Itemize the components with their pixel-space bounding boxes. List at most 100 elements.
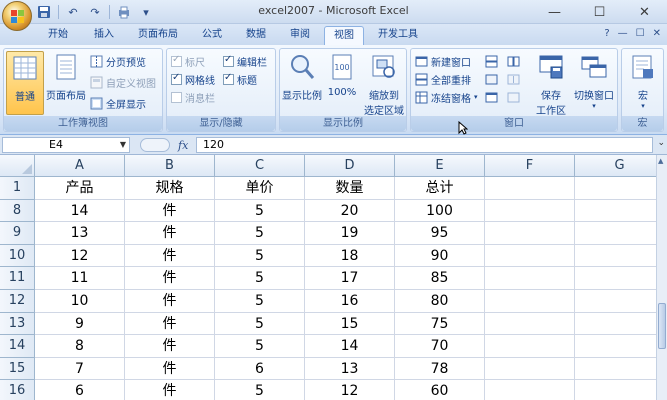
cell-f8[interactable] <box>485 199 575 223</box>
select-all-corner[interactable] <box>0 155 35 177</box>
arrange-all-button[interactable]: 全部重排 <box>415 71 471 87</box>
workbook-close-button[interactable]: ✕ <box>653 28 661 39</box>
cell-f9[interactable] <box>485 222 575 245</box>
column-header-d[interactable]: D <box>305 155 395 177</box>
row-header[interactable]: 9 <box>0 222 35 245</box>
cell-c13[interactable]: 5 <box>215 312 305 336</box>
cell-a10[interactable]: 12 <box>35 244 125 268</box>
cell-g12[interactable] <box>575 290 656 313</box>
scrollbar-thumb[interactable] <box>658 303 666 349</box>
tab-formulas[interactable]: 公式 <box>194 26 230 45</box>
reset-window-position-button[interactable] <box>507 89 520 105</box>
cell-c10[interactable]: 5 <box>215 244 305 268</box>
cell-d1[interactable]: 数量 <box>305 177 395 200</box>
row-header[interactable]: 13 <box>0 312 35 336</box>
tab-home[interactable]: 开始 <box>40 26 76 45</box>
cell-c11[interactable]: 5 <box>215 267 305 290</box>
view-side-by-side-button[interactable] <box>507 53 520 69</box>
cell-a15[interactable]: 7 <box>35 357 125 381</box>
cell-e16[interactable]: 60 <box>395 380 485 400</box>
formula-input[interactable]: 120 <box>196 137 653 153</box>
maximize-button[interactable]: ☐ <box>577 0 622 24</box>
tab-insert[interactable]: 插入 <box>86 26 122 45</box>
cell-a9[interactable]: 13 <box>35 222 125 245</box>
row-header[interactable]: 15 <box>0 357 35 381</box>
close-button[interactable]: ✕ <box>622 0 667 24</box>
tab-developer[interactable]: 开发工具 <box>370 26 426 45</box>
cell-b16[interactable]: 件 <box>125 380 215 400</box>
row-header[interactable]: 10 <box>0 244 35 268</box>
cell-a11[interactable]: 11 <box>35 267 125 290</box>
cell-b14[interactable]: 件 <box>125 335 215 358</box>
expand-formula-bar-icon[interactable]: ⌄ <box>657 138 665 148</box>
cell-b1[interactable]: 规格 <box>125 177 215 200</box>
hide-window-button[interactable] <box>485 71 498 87</box>
formula-bar-check-icon[interactable] <box>223 54 234 67</box>
cell-c16[interactable]: 5 <box>215 380 305 400</box>
cell-a8[interactable]: 14 <box>35 199 125 223</box>
cell-e11[interactable]: 85 <box>395 267 485 290</box>
row-header[interactable]: 11 <box>0 267 35 290</box>
row-header[interactable]: 1 <box>0 177 35 200</box>
freeze-panes-dropdown-icon[interactable]: ▾ <box>474 93 478 101</box>
cell-g10[interactable] <box>575 245 656 268</box>
formula-bar-checkbox[interactable]: 编辑栏 <box>223 53 267 69</box>
tab-page-layout[interactable]: 页面布局 <box>130 26 186 45</box>
synchronous-scrolling-button[interactable] <box>507 71 520 87</box>
cell-g16[interactable] <box>575 380 656 400</box>
insert-function-icon[interactable]: fx <box>178 139 188 152</box>
cell-d12[interactable]: 16 <box>305 290 395 313</box>
headings-check-icon[interactable] <box>223 72 234 85</box>
cell-c1[interactable]: 单价 <box>215 177 305 200</box>
cell-d16[interactable]: 12 <box>305 380 395 400</box>
cell-b8[interactable]: 件 <box>125 199 215 223</box>
unhide-window-button[interactable] <box>485 89 498 105</box>
column-header-c[interactable]: C <box>215 155 305 177</box>
cell-a14[interactable]: 8 <box>35 335 125 358</box>
cell-b11[interactable]: 件 <box>125 267 215 290</box>
cell-g8[interactable] <box>575 200 656 223</box>
cell-f11[interactable] <box>485 267 575 290</box>
full-screen-button[interactable]: 全屏显示 <box>90 95 146 111</box>
message-bar-check-icon[interactable] <box>171 91 182 103</box>
cell-b9[interactable]: 件 <box>125 222 215 245</box>
cell-c14[interactable]: 5 <box>215 335 305 358</box>
custom-views-button[interactable]: 自定义视图 <box>90 74 156 90</box>
normal-view-button[interactable]: 普通 <box>6 51 44 115</box>
cell-b12[interactable]: 件 <box>125 290 215 313</box>
cell-a1[interactable]: 产品 <box>35 177 125 200</box>
cell-e9[interactable]: 95 <box>395 222 485 245</box>
cell-c12[interactable]: 5 <box>215 290 305 313</box>
row-header[interactable]: 16 <box>0 380 35 400</box>
cell-f14[interactable] <box>485 335 575 358</box>
cell-g1[interactable] <box>575 177 656 200</box>
cell-f12[interactable] <box>485 290 575 313</box>
ruler-checkbox[interactable]: 标尺 <box>171 53 205 69</box>
cell-d15[interactable]: 13 <box>305 357 395 381</box>
page-layout-view-button[interactable]: 页面布局 <box>44 51 88 115</box>
split-button[interactable] <box>485 53 498 69</box>
cell-e15[interactable]: 78 <box>395 357 485 381</box>
cell-c9[interactable]: 5 <box>215 222 305 245</box>
message-bar-checkbox[interactable]: 消息栏 <box>171 89 215 105</box>
column-header-b[interactable]: B <box>125 155 215 177</box>
cell-e1[interactable]: 总计 <box>395 177 485 200</box>
new-window-button[interactable]: 新建窗口 <box>415 53 471 69</box>
headings-checkbox[interactable]: 标题 <box>223 71 257 87</box>
save-workspace-button[interactable]: 保存 工作区 <box>531 51 571 117</box>
freeze-panes-button[interactable]: 冻结窗格 ▾ <box>415 89 478 105</box>
column-header-g[interactable]: G <box>575 155 656 177</box>
cell-e13[interactable]: 75 <box>395 312 485 336</box>
cell-a13[interactable]: 9 <box>35 312 125 336</box>
switch-windows-button[interactable]: 切换窗口 ▾ <box>571 51 617 115</box>
cell-g13[interactable] <box>575 313 656 336</box>
tab-data[interactable]: 数据 <box>238 26 274 45</box>
gridlines-checkbox[interactable]: 网格线 <box>171 71 215 87</box>
cell-c15[interactable]: 6 <box>215 357 305 381</box>
zoom-button[interactable]: 显示比例 <box>282 51 322 115</box>
cell-e10[interactable]: 90 <box>395 244 485 268</box>
zoom-100-button[interactable]: 100 100% <box>324 51 360 115</box>
cell-d8[interactable]: 20 <box>305 199 395 223</box>
cell-d13[interactable]: 15 <box>305 312 395 336</box>
tab-review[interactable]: 审阅 <box>282 26 318 45</box>
